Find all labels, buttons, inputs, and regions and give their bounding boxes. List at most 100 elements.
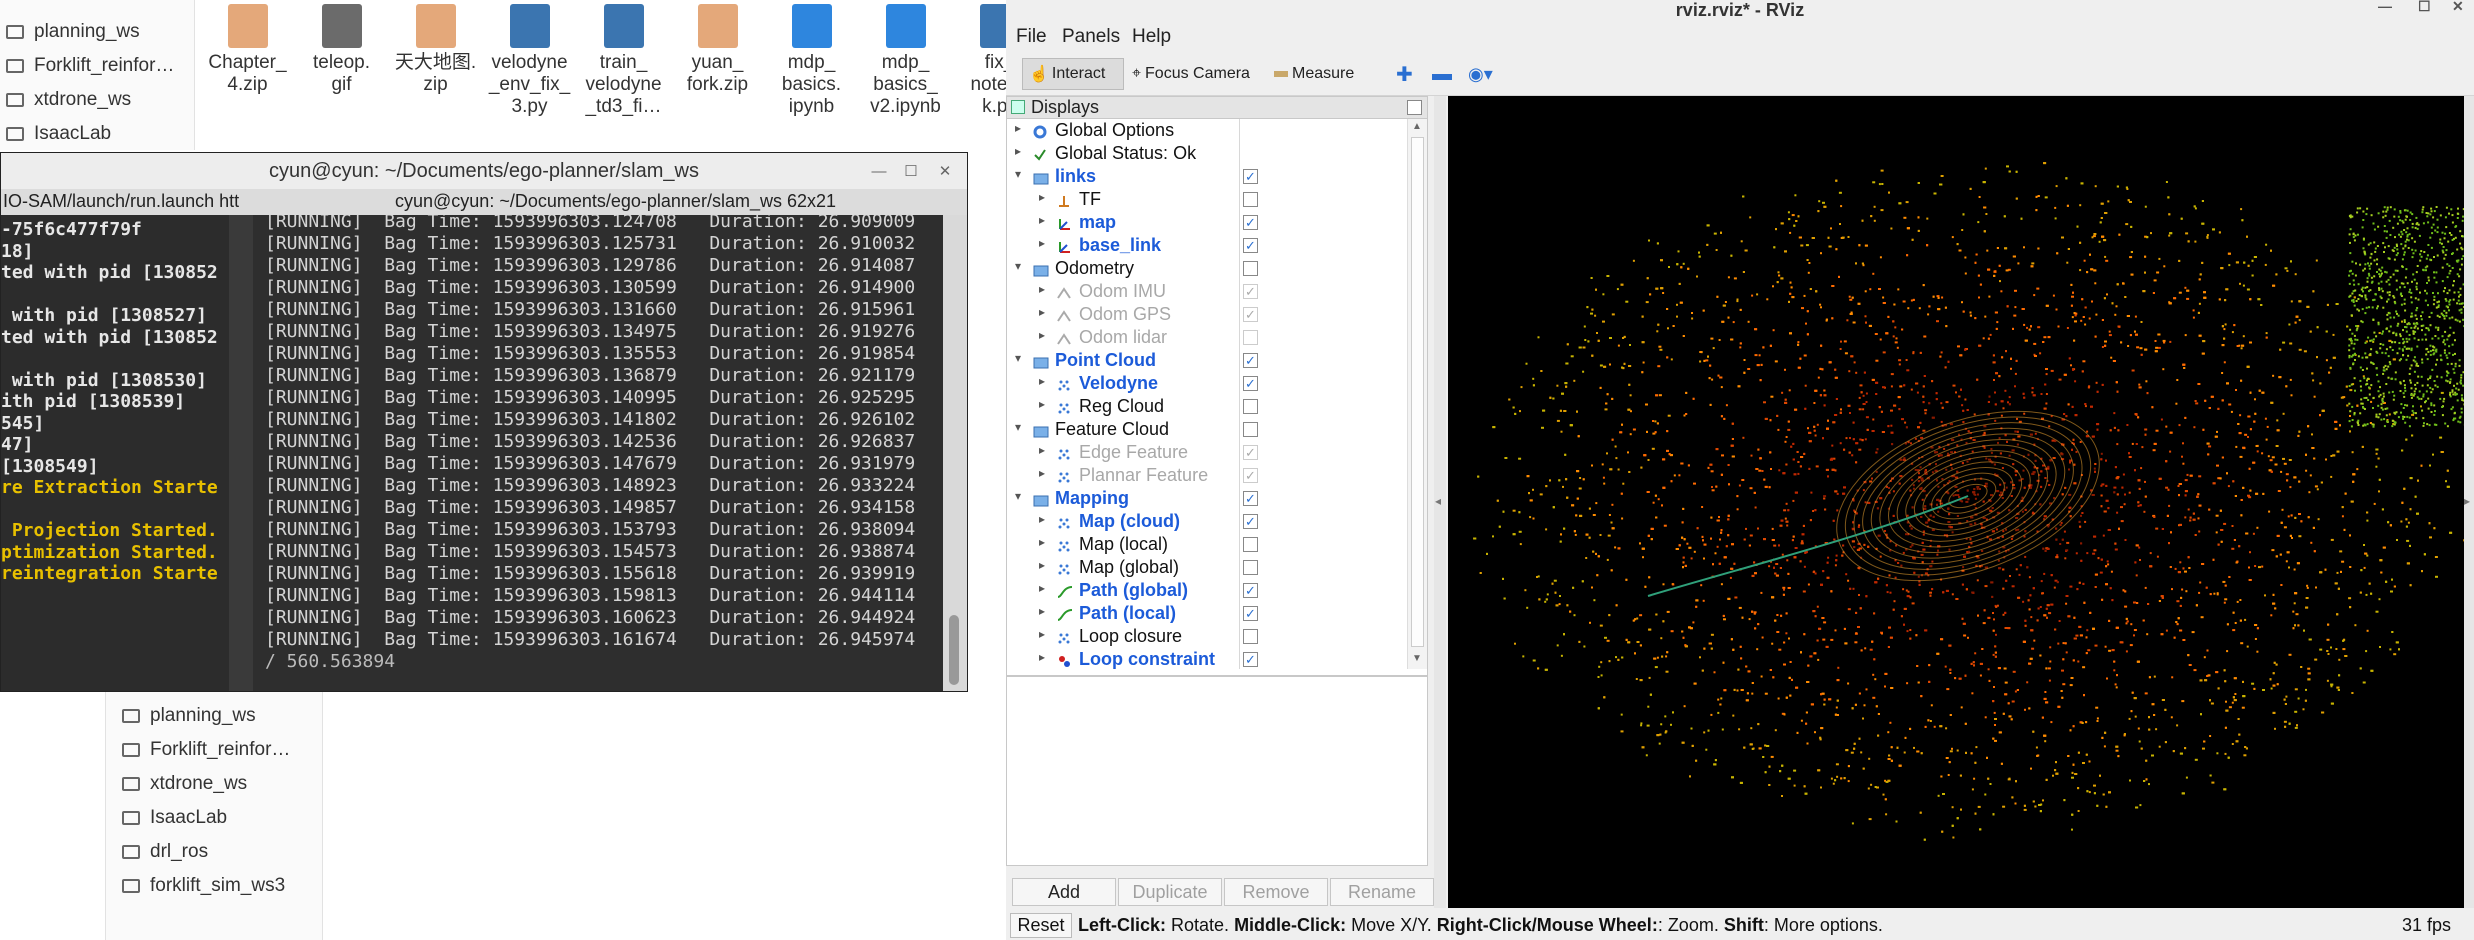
terminal-pane-left[interactable]: -75f6c477f79f 18] ted with pid [130852 wit…: [1, 215, 229, 691]
reset-button[interactable]: Reset: [1010, 913, 1072, 938]
display-row[interactable]: ▸ Reg Cloud: [1007, 395, 1409, 418]
expand-arrow-icon[interactable]: ▸: [1039, 558, 1051, 572]
minimize-icon[interactable]: —: [865, 153, 893, 189]
sidebar-item[interactable]: xtdrone_ws: [0, 84, 131, 116]
splitter-handle-right[interactable]: ▸: [2464, 96, 2474, 908]
display-checkbox[interactable]: ✓: [1243, 169, 1258, 184]
focus-camera-button[interactable]: ⌖ Focus Camera: [1126, 58, 1256, 90]
display-row[interactable]: ▸ Global Status: Ok: [1007, 142, 1409, 165]
sidebar-item[interactable]: planning_ws: [116, 700, 256, 732]
collapse-arrow-icon[interactable]: ▾: [1015, 489, 1027, 503]
add-tool-icon[interactable]: ✚: [1390, 58, 1419, 90]
display-row[interactable]: ▸ Path (global) ✓: [1007, 579, 1409, 602]
display-row[interactable]: ▾ links ✓: [1007, 165, 1409, 188]
display-row[interactable]: ▸ Map (global): [1007, 556, 1409, 579]
file-item[interactable]: mdp_ basics. ipynb: [764, 0, 859, 118]
display-row[interactable]: ▸ Plannar Feature ✓: [1007, 464, 1409, 487]
file-item[interactable]: Chapter_ 4.zip: [200, 0, 295, 96]
sidebar-item[interactable]: IsaacLab: [116, 802, 227, 834]
remove-tool-icon[interactable]: ▬: [1426, 58, 1458, 90]
collapse-arrow-icon[interactable]: ▾: [1015, 167, 1027, 181]
file-item[interactable]: teleop. gif: [294, 0, 389, 96]
expand-arrow-icon[interactable]: ▸: [1039, 213, 1051, 227]
sidebar-item[interactable]: IsaacLab: [0, 118, 111, 150]
display-row[interactable]: ▸ Global Options: [1007, 119, 1409, 142]
menu-file[interactable]: File: [1016, 26, 1047, 48]
display-checkbox[interactable]: [1243, 422, 1258, 437]
display-row[interactable]: ▸ Velodyne ✓: [1007, 372, 1409, 395]
sidebar-item[interactable]: forklift_sim_ws3: [116, 870, 285, 902]
expand-arrow-icon[interactable]: ▸: [1039, 581, 1051, 595]
display-checkbox[interactable]: ✓: [1243, 606, 1258, 621]
expand-arrow-icon[interactable]: ▸: [1039, 604, 1051, 618]
expand-arrow-icon[interactable]: ▸: [1039, 305, 1051, 319]
sidebar-item[interactable]: xtdrone_ws: [116, 768, 247, 800]
display-checkbox[interactable]: [1243, 261, 1258, 276]
display-checkbox[interactable]: ✓: [1243, 376, 1258, 391]
remove-button[interactable]: Remove: [1224, 878, 1328, 906]
panel-close-icon[interactable]: [1407, 100, 1422, 115]
collapse-arrow-icon[interactable]: ▾: [1015, 259, 1027, 273]
display-checkbox[interactable]: [1243, 629, 1258, 644]
display-checkbox[interactable]: [1243, 399, 1258, 414]
display-row[interactable]: ▾ Odometry: [1007, 257, 1409, 280]
expand-arrow-icon[interactable]: ▸: [1039, 650, 1051, 664]
menu-panels[interactable]: Panels: [1062, 26, 1120, 48]
terminal-scrollbar[interactable]: [943, 215, 967, 691]
display-row[interactable]: ▾ Feature Cloud: [1007, 418, 1409, 441]
expand-arrow-icon[interactable]: ▸: [1039, 236, 1051, 250]
duplicate-button[interactable]: Duplicate: [1118, 878, 1222, 906]
file-item[interactable]: yuan_ fork.zip: [670, 0, 765, 96]
display-row[interactable]: ▸ Odom IMU ✓: [1007, 280, 1409, 303]
expand-arrow-icon[interactable]: ▸: [1015, 121, 1027, 135]
expand-arrow-icon[interactable]: ▸: [1015, 144, 1027, 158]
close-icon[interactable]: ✕: [2452, 0, 2464, 15]
display-row[interactable]: ▸ Loop closure: [1007, 625, 1409, 648]
collapse-arrow-icon[interactable]: ▾: [1015, 351, 1027, 365]
displays-scrollbar[interactable]: ▲ ▼: [1407, 119, 1427, 669]
maximize-icon[interactable]: ☐: [897, 153, 925, 189]
terminal-window[interactable]: cyun@cyun: ~/Documents/ego-planner/slam_…: [0, 152, 968, 692]
display-checkbox[interactable]: [1243, 560, 1258, 575]
expand-arrow-icon[interactable]: ▸: [1039, 512, 1051, 526]
display-row[interactable]: ▸ Map (local): [1007, 533, 1409, 556]
terminal-tab-right[interactable]: cyun@cyun: ~/Documents/ego-planner/slam_…: [395, 191, 836, 212]
display-row[interactable]: ▸ map ✓: [1007, 211, 1409, 234]
display-row[interactable]: ▸ base_link ✓: [1007, 234, 1409, 257]
display-row[interactable]: ▸ Loop constraint ✓: [1007, 648, 1409, 671]
display-checkbox[interactable]: ✓: [1243, 284, 1258, 299]
display-checkbox[interactable]: ✓: [1243, 652, 1258, 667]
add-button[interactable]: Add: [1012, 878, 1116, 906]
display-checkbox[interactable]: ✓: [1243, 514, 1258, 529]
expand-arrow-icon[interactable]: ▸: [1039, 397, 1051, 411]
file-item[interactable]: 天大地图. zip: [388, 0, 483, 96]
display-row[interactable]: ▸ Odom GPS ✓: [1007, 303, 1409, 326]
maximize-icon[interactable]: ☐: [2418, 0, 2431, 15]
menu-help[interactable]: Help: [1132, 26, 1171, 48]
display-checkbox[interactable]: ✓: [1243, 353, 1258, 368]
expand-arrow-icon[interactable]: ▸: [1039, 328, 1051, 342]
display-row[interactable]: ▸ Map (cloud) ✓: [1007, 510, 1409, 533]
file-item[interactable]: velodyne _env_fix_ 3.py: [482, 0, 577, 118]
file-item[interactable]: mdp_ basics_ v2.ipynb: [858, 0, 953, 118]
display-checkbox[interactable]: ✓: [1243, 445, 1258, 460]
display-checkbox[interactable]: ✓: [1243, 215, 1258, 230]
close-icon[interactable]: ✕: [931, 153, 959, 189]
display-checkbox[interactable]: ✓: [1243, 583, 1258, 598]
interact-button[interactable]: ☝ Interact: [1022, 58, 1124, 90]
expand-arrow-icon[interactable]: ▸: [1039, 627, 1051, 641]
expand-arrow-icon[interactable]: ▸: [1039, 443, 1051, 457]
expand-arrow-icon[interactable]: ▸: [1039, 282, 1051, 296]
measure-button[interactable]: Measure: [1268, 58, 1360, 90]
rename-button[interactable]: Rename: [1330, 878, 1434, 906]
display-checkbox[interactable]: [1243, 330, 1258, 345]
expand-arrow-icon[interactable]: ▸: [1039, 374, 1051, 388]
file-item[interactable]: train_ velodyne _td3_fi…: [576, 0, 671, 118]
display-checkbox[interactable]: [1243, 537, 1258, 552]
minimize-icon[interactable]: —: [2378, 0, 2392, 14]
expand-arrow-icon[interactable]: ▸: [1039, 190, 1051, 204]
expand-arrow-icon[interactable]: ▸: [1039, 535, 1051, 549]
sidebar-item[interactable]: Forklift_reinfor…: [0, 50, 174, 82]
terminal-pane-right[interactable]: [RUNNING] Bag Time: 1593996303.124708 Du…: [253, 215, 943, 691]
display-row[interactable]: ▾ Point Cloud ✓: [1007, 349, 1409, 372]
